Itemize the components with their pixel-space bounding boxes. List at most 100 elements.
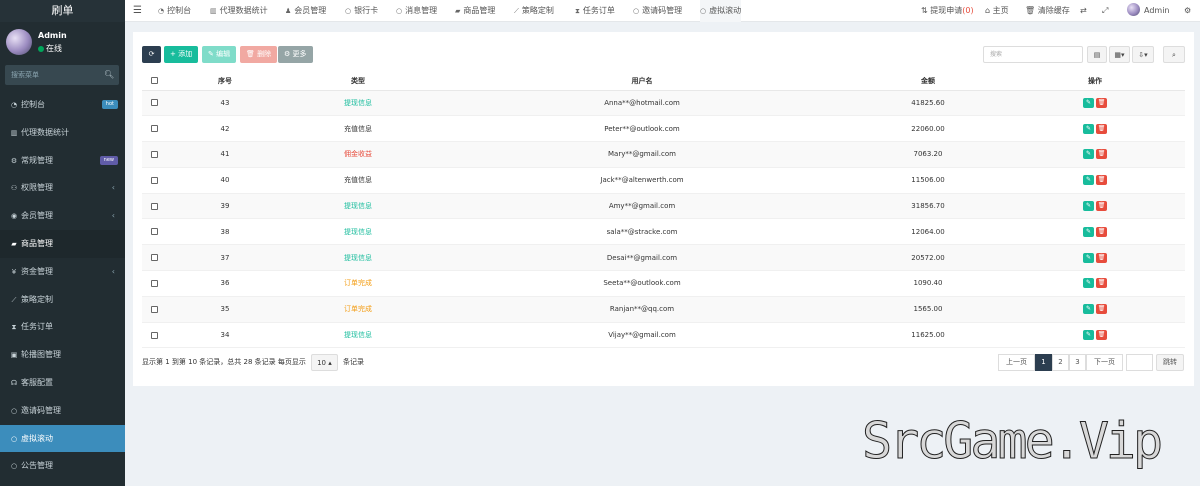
jump-page-input[interactable] — [1126, 354, 1153, 371]
edit-row-button[interactable]: ✎ — [1083, 252, 1094, 263]
edit-row-button[interactable]: ✎ — [1083, 175, 1094, 186]
top-tab[interactable]: ○ 银行卡 — [345, 0, 378, 22]
row-checkbox[interactable] — [151, 99, 158, 107]
sidebar-item[interactable]: ▣ 轮播图管理 — [0, 341, 125, 369]
fullscreen-icon[interactable]: ⤢ — [1102, 0, 1108, 22]
top-tab[interactable]: ⟋ 策略定制 — [514, 0, 554, 22]
top-tab[interactable]: ▥ 代理数据统计 — [210, 0, 268, 22]
delete-row-button[interactable]: 🗑︎ — [1096, 123, 1107, 134]
table-row[interactable]: 37 提现信息 Desai**@gmail.com 20572.00 ✎ 🗑︎ — [142, 244, 1185, 272]
delete-row-button[interactable]: 🗑︎ — [1096, 226, 1107, 237]
column-header[interactable]: 类型 — [283, 72, 433, 91]
type-cell: 订单完成 — [283, 270, 433, 297]
admin-menu[interactable]: Admin — [1127, 0, 1170, 22]
sidebar-item[interactable]: ⚙ 常规管理 new — [0, 147, 125, 175]
top-tab[interactable]: ○ 消息管理 — [396, 0, 437, 22]
delete-row-button[interactable]: 🗑︎ — [1096, 175, 1107, 186]
page-size-select[interactable]: 10 ▴ — [311, 354, 338, 371]
sidebar-item[interactable]: ⚇ 权限管理 ‹ — [0, 174, 125, 202]
top-tab[interactable]: ○ 邀请码管理 — [633, 0, 682, 22]
column-header[interactable]: 用户名 — [433, 72, 851, 91]
home-link[interactable]: ⌂ 主页 — [985, 0, 1009, 22]
top-tab[interactable]: ◔ 控制台 — [158, 0, 191, 22]
sidebar-item[interactable]: ◉ 会员管理 ‹ — [0, 202, 125, 230]
withdraw-request-link[interactable]: ⇅ 提现申请(0) — [921, 0, 974, 22]
row-checkbox[interactable] — [151, 176, 158, 184]
settings-gear-icon[interactable]: ⚙ — [1184, 0, 1191, 22]
advanced-search-button[interactable]: ⌕ — [1163, 46, 1185, 63]
select-all-checkbox[interactable] — [151, 77, 158, 85]
delete-row-button[interactable]: 🗑︎ — [1096, 278, 1107, 289]
id-cell: 43 — [167, 90, 283, 117]
export-button[interactable]: ⇩▾ — [1132, 46, 1154, 63]
top-tab[interactable]: ⧗ 任务订单 — [575, 0, 615, 22]
top-tab[interactable]: ▰ 商品管理 — [455, 0, 495, 22]
row-checkbox[interactable] — [151, 254, 158, 262]
search-icon[interactable]: 🔍︎ — [104, 70, 114, 80]
table-row[interactable]: 41 佣金收益 Mary**@gmail.com 7063.20 ✎ 🗑︎ — [142, 141, 1185, 168]
edit-row-button[interactable]: ✎ — [1083, 304, 1094, 315]
sidebar-item[interactable]: ▥ 代理数据统计 — [0, 119, 125, 147]
add-button[interactable]: + 添加 — [164, 46, 199, 63]
table-row[interactable]: 43 提现信息 Anna**@hotmail.com 41825.60 ✎ 🗑︎ — [142, 90, 1185, 117]
row-checkbox[interactable] — [151, 305, 158, 313]
edit-row-button[interactable]: ✎ — [1083, 330, 1094, 341]
row-checkbox[interactable] — [151, 150, 158, 158]
edit-row-button[interactable]: ✎ — [1083, 201, 1094, 212]
row-checkbox[interactable] — [151, 279, 158, 287]
edit-row-button[interactable]: ✎ — [1083, 226, 1094, 237]
row-checkbox[interactable] — [151, 228, 158, 236]
delete-row-button[interactable]: 🗑︎ — [1096, 201, 1107, 212]
columns-button[interactable]: ▦▾ — [1109, 46, 1130, 63]
table-row[interactable]: 38 提现信息 sala**@stracke.com 12064.00 ✎ 🗑︎ — [142, 218, 1185, 246]
more-button[interactable]: ⚙ 更多 — [278, 46, 313, 63]
brand-title[interactable]: 刷单 — [0, 0, 125, 22]
table-row[interactable]: 40 充值信息 Jack**@altenwerth.com 11506.00 ✎ 🗑︎ — [142, 167, 1185, 194]
sidebar-item[interactable]: ☊ 客服配置 — [0, 369, 125, 397]
sidebar-item[interactable]: ○ 虚拟滚动 — [0, 424, 125, 453]
sidebar-item[interactable]: ⟋ 策略定制 — [0, 286, 125, 314]
prev-page-button[interactable]: 上一页 — [998, 354, 1035, 371]
delete-row-button[interactable]: 🗑︎ — [1096, 149, 1107, 160]
refresh-button[interactable]: ⟳ — [142, 46, 161, 63]
clear-cache-link[interactable]: 🗑︎ 清除缓存 — [1025, 0, 1070, 22]
sidebar-item[interactable]: ○ 公告管理 — [0, 452, 125, 480]
delete-row-button[interactable]: 🗑︎ — [1096, 97, 1107, 108]
table-row[interactable]: 42 充值信息 Peter**@outlook.com 22060.00 ✎ 🗑︎ — [142, 115, 1185, 143]
edit-row-button[interactable]: ✎ — [1083, 97, 1094, 108]
page-2-button[interactable]: 2 — [1052, 354, 1069, 371]
sidebar-search-input[interactable] — [5, 65, 101, 85]
table-row[interactable]: 34 提现信息 Vijay**@gmail.com 11625.00 ✎ 🗑︎ — [142, 322, 1185, 349]
top-tab[interactable]: ♟ 会员管理 — [285, 0, 326, 22]
toggle-view-button[interactable]: ▤ — [1087, 46, 1107, 63]
sidebar-item[interactable]: ¥ 资金管理 ‹ — [0, 258, 125, 286]
delete-row-button[interactable]: 🗑︎ — [1096, 330, 1107, 341]
top-tab[interactable]: ○ 虚拟滚动 — [700, 0, 742, 22]
sidebar-item[interactable]: ◔ 控制台 hot — [0, 91, 125, 119]
row-checkbox[interactable] — [151, 331, 158, 339]
jump-button[interactable]: 跳转 — [1156, 354, 1184, 371]
table-row[interactable]: 39 提现信息 Amy**@gmail.com 31856.70 ✎ 🗑︎ — [142, 193, 1185, 220]
page-3-button[interactable]: 3 — [1069, 354, 1086, 371]
sidebar-item[interactable]: ⧗ 任务订单 — [0, 313, 125, 341]
sidebar-item[interactable]: ○ 邀请码管理 — [0, 397, 125, 425]
menu-toggle-icon[interactable]: ☰ — [133, 5, 142, 16]
table-search-input[interactable] — [984, 47, 1082, 62]
sidebar-item[interactable]: ▰ 商品管理 — [0, 229, 125, 258]
table-row[interactable]: 35 订单完成 Ranjan**@qq.com 1565.00 ✎ 🗑︎ — [142, 296, 1185, 323]
edit-row-button[interactable]: ✎ — [1083, 278, 1094, 289]
edit-button[interactable]: ✎ 编辑 — [202, 46, 237, 63]
edit-row-button[interactable]: ✎ — [1083, 123, 1094, 134]
delete-row-button[interactable]: 🗑︎ — [1096, 304, 1107, 315]
column-header[interactable]: 金额 — [851, 72, 1005, 91]
row-checkbox[interactable] — [151, 125, 158, 133]
row-checkbox[interactable] — [151, 202, 158, 210]
page-1-button[interactable]: 1 — [1035, 354, 1052, 371]
edit-row-button[interactable]: ✎ — [1083, 149, 1094, 160]
language-icon[interactable]: ⇄ — [1080, 0, 1087, 22]
table-row[interactable]: 36 订单完成 Seeta**@outlook.com 1090.40 ✎ 🗑︎ — [142, 270, 1185, 297]
next-page-button[interactable]: 下一页 — [1086, 354, 1123, 371]
delete-button[interactable]: 🗑︎ 删除 — [240, 46, 278, 63]
delete-row-button[interactable]: 🗑︎ — [1096, 252, 1107, 263]
column-header[interactable]: 序号 — [167, 72, 283, 91]
